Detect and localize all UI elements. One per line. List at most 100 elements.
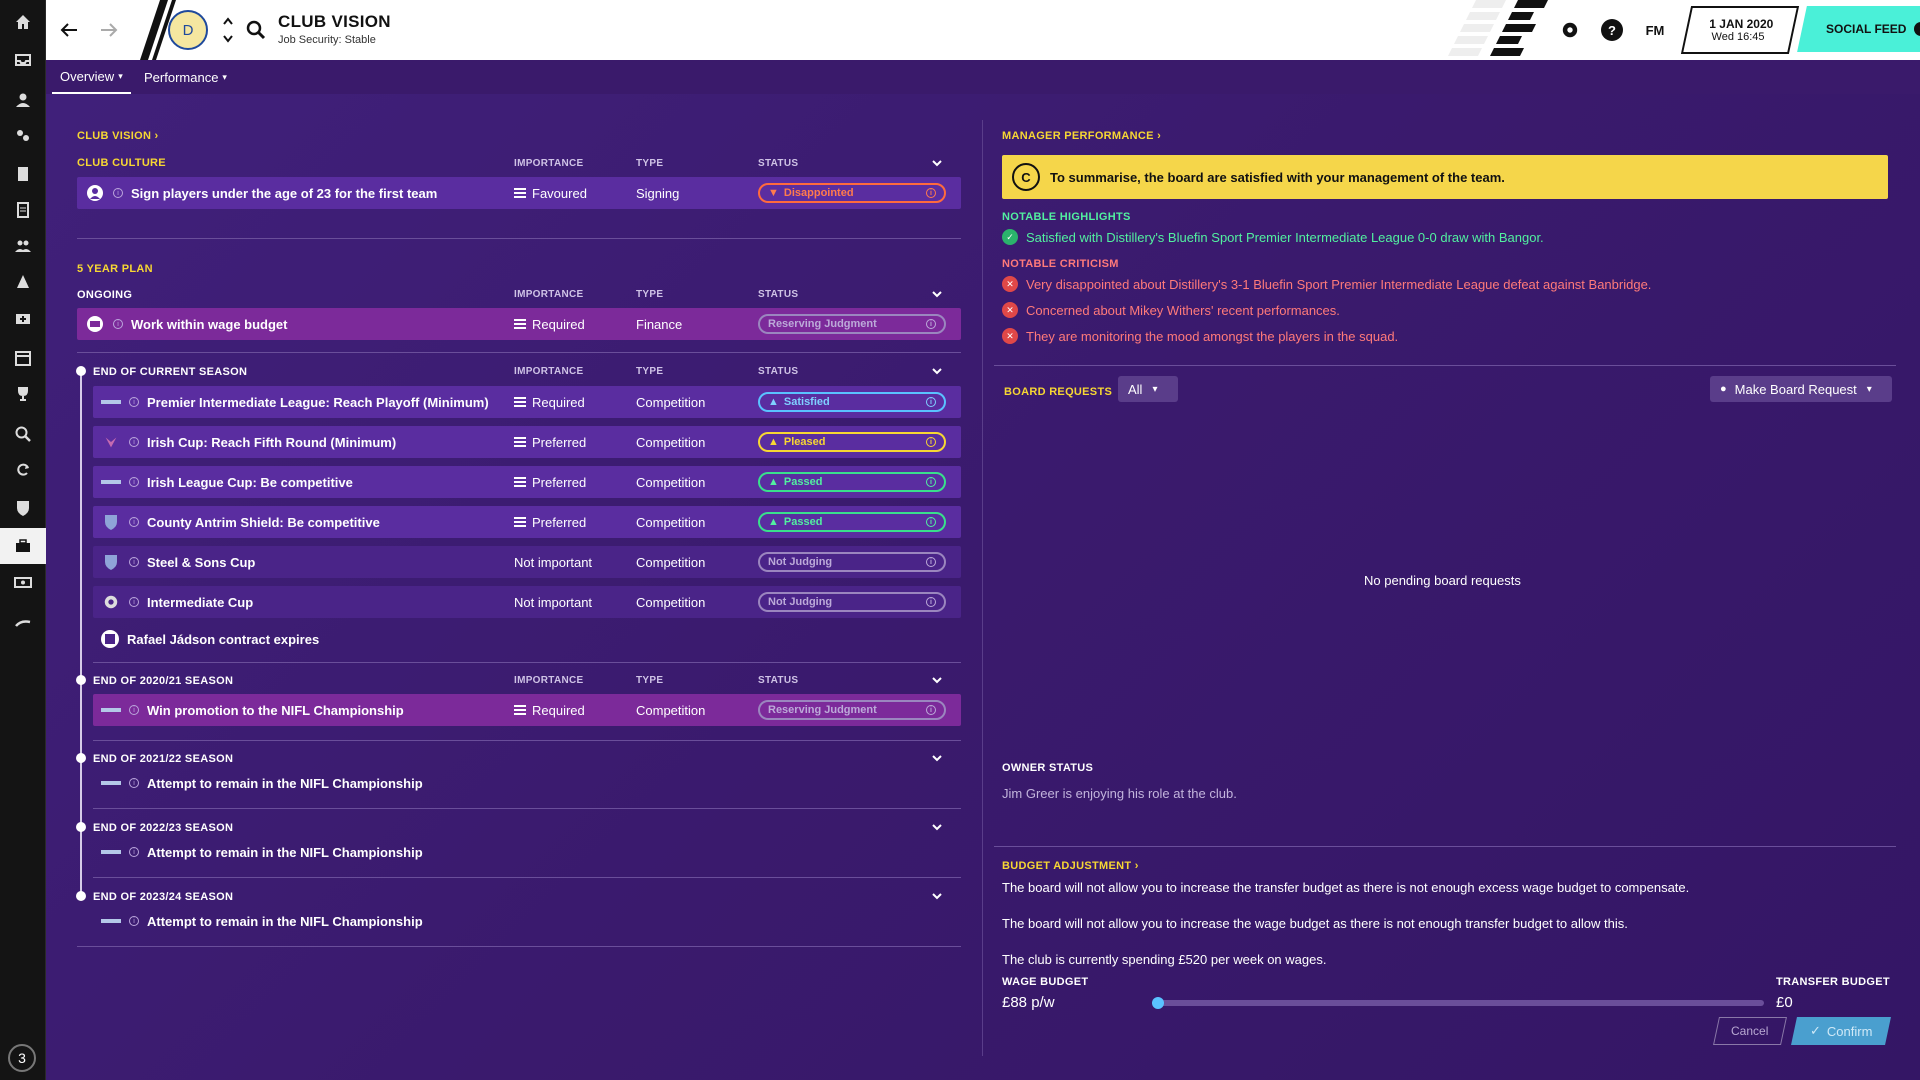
info-icon[interactable]: i [129, 477, 139, 487]
culture-row[interactable]: i Sign players under the age of 23 for t… [77, 177, 961, 209]
forward-arrow-icon[interactable] [94, 16, 124, 44]
chevron-down-icon: ▾ [1152, 383, 1158, 395]
notification-count[interactable]: 3 [8, 1044, 36, 1072]
status-badge[interactable]: Reserving Judgment i [758, 700, 946, 720]
status-badge[interactable]: Reserving Judgment i [758, 314, 946, 334]
cancel-button[interactable]: Cancel [1713, 1017, 1787, 1045]
confirm-button[interactable]: ✓ Confirm [1791, 1017, 1891, 1045]
status-badge[interactable]: ▲ Satisfied i [758, 392, 946, 412]
chevron-down-icon[interactable] [930, 751, 944, 765]
info-icon[interactable]: i [129, 847, 139, 857]
objective-row[interactable]: i Intermediate Cup Not important Competi… [93, 586, 961, 618]
objective-row[interactable]: i Win promotion to the NIFL Championship… [93, 694, 961, 726]
objective-row[interactable]: i Irish League Cup: Be competitive Prefe… [93, 466, 961, 498]
importance-label: Not important [514, 555, 593, 570]
status-badge[interactable]: ▲ Passed i [758, 512, 946, 532]
importance-icon [514, 396, 526, 409]
chevron-down-icon[interactable] [930, 673, 944, 687]
sidebar: 3 [0, 0, 46, 1080]
league-cup-icon [101, 473, 121, 491]
budget-slider[interactable] [1152, 997, 1764, 1009]
info-icon[interactable]: i [113, 188, 123, 198]
continue-date-button[interactable]: 1 JAN 2020 Wed 16:45 [1680, 6, 1800, 54]
transfers-icon[interactable] [0, 452, 46, 488]
chevron-down-icon[interactable] [930, 156, 944, 170]
back-arrow-icon[interactable] [54, 16, 84, 44]
status-badge[interactable]: ▲ Pleased i [758, 432, 946, 452]
squad-icon[interactable] [0, 82, 46, 118]
contract-text: Rafael Jádson contract expires [127, 632, 320, 647]
home-icon[interactable] [0, 4, 46, 40]
training-icon[interactable] [0, 264, 46, 300]
status-badge[interactable]: Not Judging i [758, 592, 946, 612]
club-vision-link[interactable]: CLUB VISION › [77, 130, 159, 142]
staff-icon[interactable] [0, 228, 46, 264]
search-icon[interactable] [244, 18, 268, 42]
make-board-request-button[interactable]: ● Make Board Request ▾ [1710, 376, 1892, 402]
col-importance: IMPORTANCE [514, 289, 584, 300]
objective-row[interactable]: i Irish Cup: Reach Fifth Round (Minimum)… [93, 426, 961, 458]
thumbs-up-icon: ▲ [768, 476, 779, 488]
chevron-down-icon: ▾ [222, 71, 227, 82]
importance-cell: Preferred [514, 435, 586, 450]
importance-label: Required [532, 703, 585, 718]
info-icon[interactable]: i [129, 705, 139, 715]
info-icon[interactable]: i [129, 397, 139, 407]
reports-icon[interactable] [0, 156, 46, 192]
five-year-plan-heading: 5 YEAR PLAN [77, 263, 153, 275]
manager-performance-link[interactable]: MANAGER PERFORMANCE › [1002, 130, 1161, 142]
chevron-down-icon[interactable] [930, 287, 944, 301]
game-icon[interactable] [1556, 16, 1584, 44]
chevron-down-icon[interactable] [930, 820, 944, 834]
transfer-budget-label: TRANSFER BUDGET [1776, 976, 1890, 988]
info-icon[interactable]: i [129, 778, 139, 788]
wage-budget-value: £88 p/w [1002, 994, 1055, 1011]
fm-menu-button[interactable]: FM [1636, 12, 1674, 48]
chevron-down-icon[interactable] [930, 364, 944, 378]
club-vision-icon[interactable] [0, 528, 46, 564]
divider [93, 740, 961, 741]
help-icon[interactable]: ? [1598, 16, 1626, 44]
social-feed-button[interactable]: SOCIAL FEED › [1797, 6, 1920, 52]
tab-overview[interactable]: Overview ▾ [52, 60, 131, 94]
inbox-icon[interactable] [0, 42, 46, 78]
chevron-down-icon[interactable] [930, 889, 944, 903]
col-status: STATUS [758, 158, 799, 169]
notes-icon[interactable] [0, 192, 46, 228]
objective-row[interactable]: i Premier Intermediate League: Reach Pla… [93, 386, 961, 418]
col-type: TYPE [636, 289, 664, 300]
info-icon: i [926, 437, 936, 447]
budget-note: The board will not allow you to increase… [1002, 916, 1628, 931]
slider-handle[interactable] [1152, 997, 1164, 1009]
scouting-icon[interactable] [0, 416, 46, 452]
info-icon[interactable]: i [129, 437, 139, 447]
club-info-icon[interactable] [0, 490, 46, 526]
objective-row[interactable]: i Steel & Sons Cup Not important Competi… [93, 546, 961, 578]
tab-performance[interactable]: Performance ▾ [144, 60, 227, 94]
info-icon[interactable]: i [129, 597, 139, 607]
dev-centre-icon[interactable] [0, 604, 46, 640]
info-icon[interactable]: i [113, 319, 123, 329]
requests-filter-dropdown[interactable]: All ▾ [1118, 376, 1178, 402]
objective-row[interactable]: i County Antrim Shield: Be competitive P… [93, 506, 961, 538]
status-badge[interactable]: ▲ Passed i [758, 472, 946, 492]
finances-icon[interactable] [0, 564, 46, 600]
status-badge[interactable]: ▼ Disappointed i [758, 183, 946, 203]
dynamics-icon[interactable] [0, 118, 46, 154]
col-type: TYPE [636, 675, 664, 686]
info-icon[interactable]: i [129, 517, 139, 527]
ongoing-row[interactable]: i Work within wage budget Required Finan… [77, 308, 961, 340]
club-switch-icon[interactable] [222, 14, 234, 46]
competitions-icon[interactable] [0, 376, 46, 412]
info-icon[interactable]: i [129, 557, 139, 567]
info-icon: i [926, 557, 936, 567]
objective-text: Premier Intermediate League: Reach Playo… [147, 395, 489, 410]
criticism-text: They are monitoring the mood amongst the… [1026, 328, 1399, 344]
status-badge[interactable]: Not Judging i [758, 552, 946, 572]
medical-icon[interactable] [0, 300, 46, 336]
league-icon [101, 781, 121, 785]
budget-adjustment-link[interactable]: BUDGET ADJUSTMENT › [1002, 860, 1139, 872]
schedule-icon[interactable] [0, 340, 46, 376]
club-crest[interactable]: D [168, 10, 208, 50]
info-icon[interactable]: i [129, 916, 139, 926]
